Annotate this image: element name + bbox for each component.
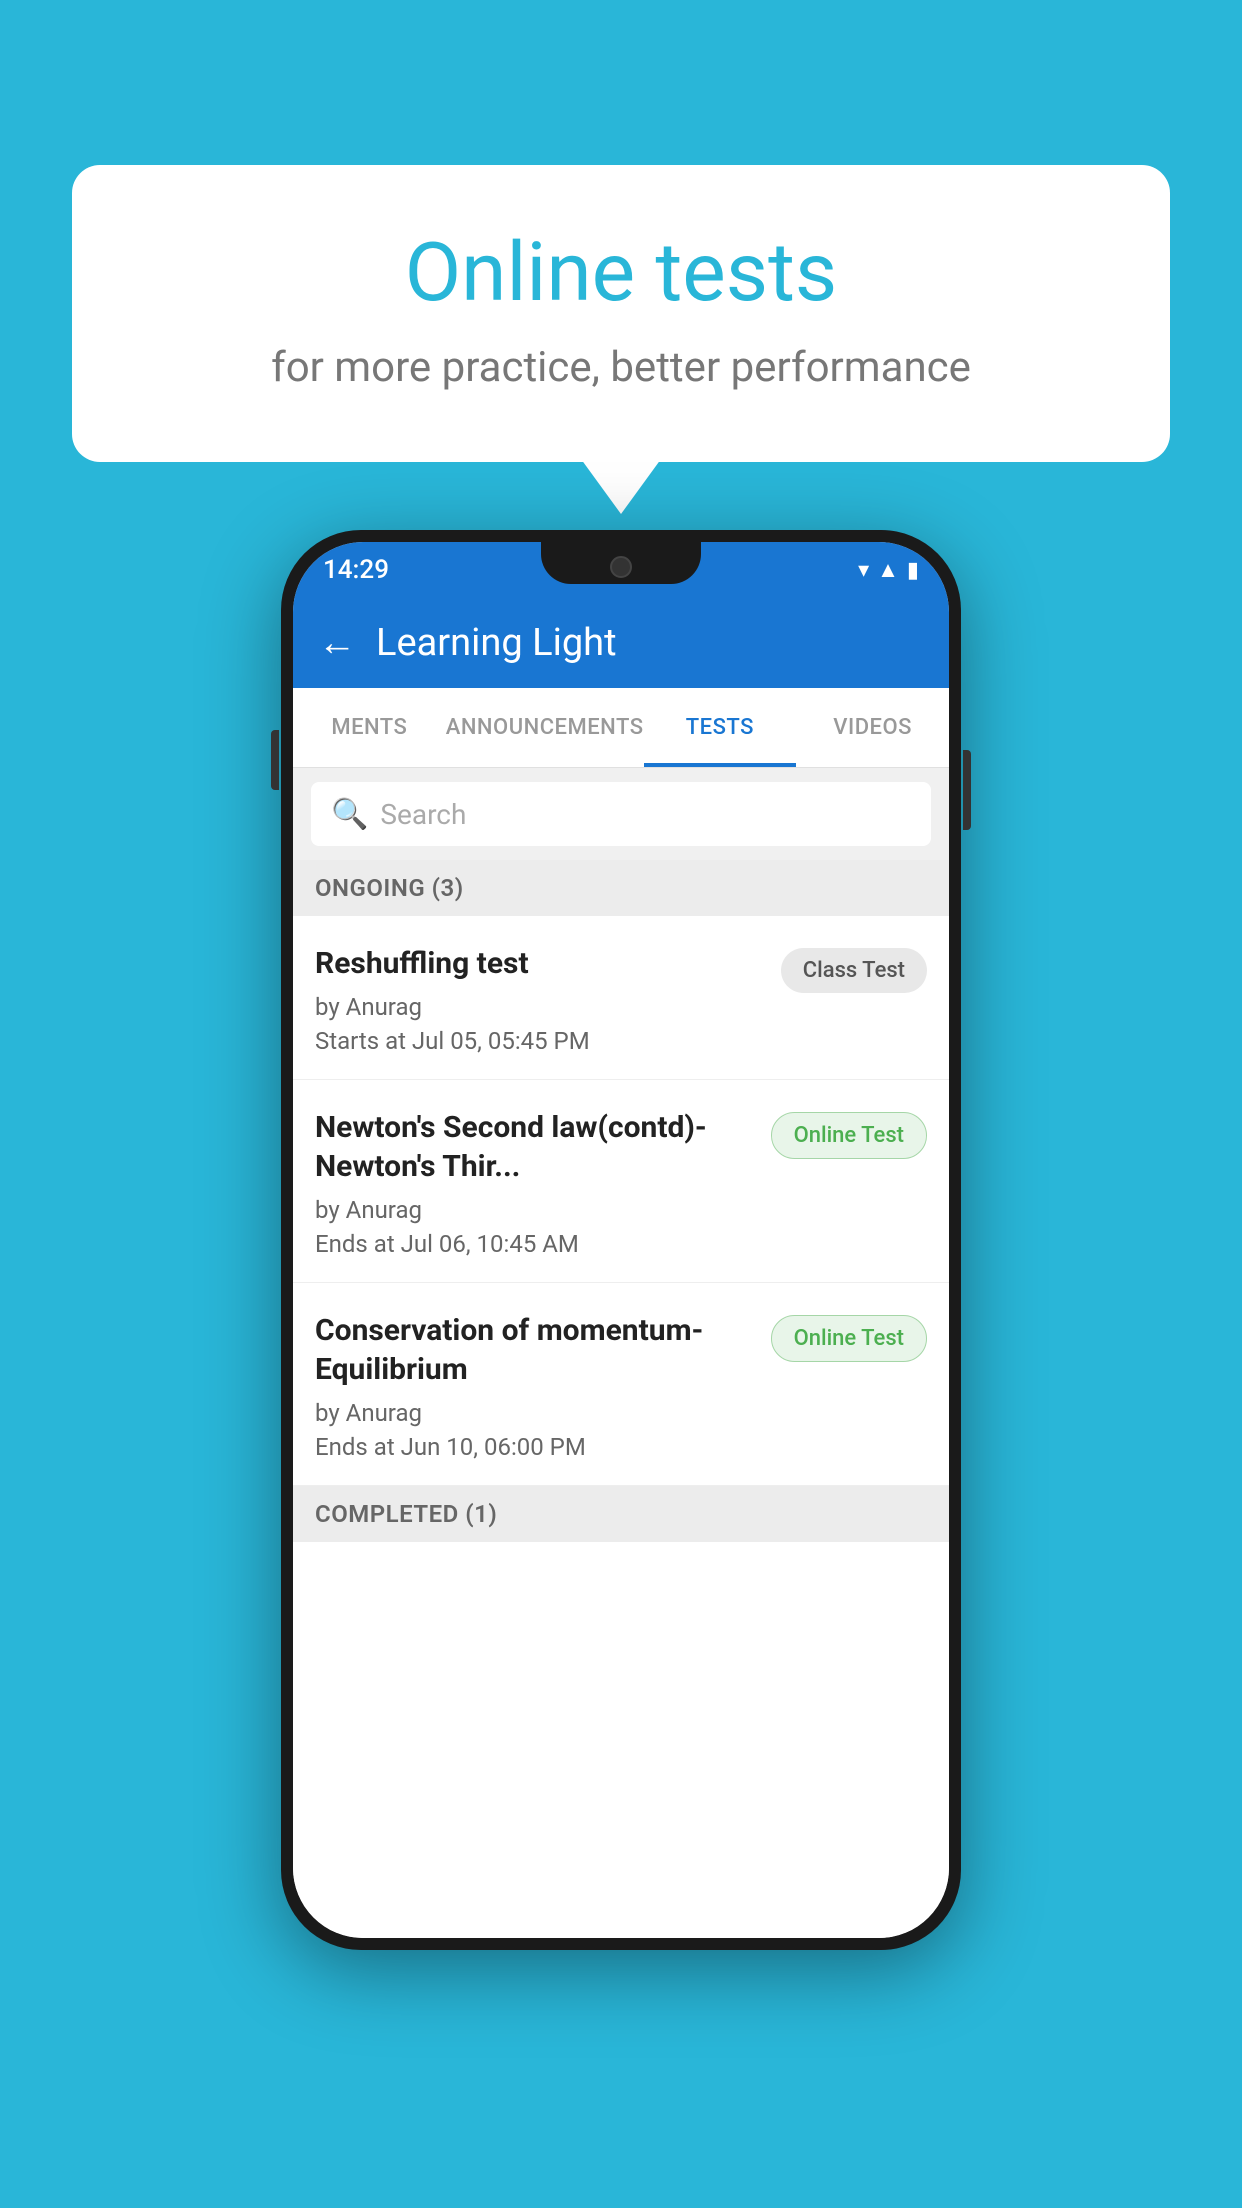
tab-videos[interactable]: VIDEOS [796, 688, 949, 767]
tabs-bar: MENTS ANNOUNCEMENTS TESTS VIDEOS [293, 688, 949, 768]
volume-button [271, 730, 279, 790]
search-placeholder: Search [380, 798, 466, 831]
phone-screen: 14:29 ▾ ▲ ▮ ← Learning Light MENTS ANNOU… [293, 542, 949, 1938]
test-badge-2: Online Test [771, 1112, 927, 1159]
phone-camera [610, 556, 632, 578]
speech-bubble: Online tests for more practice, better p… [72, 165, 1170, 462]
test-item-1[interactable]: Reshuffling test by Anurag Starts at Jul… [293, 916, 949, 1080]
test-time-2: Ends at Jul 06, 10:45 AM [315, 1230, 759, 1258]
test-list: Reshuffling test by Anurag Starts at Jul… [293, 916, 949, 1938]
ongoing-section-header: ONGOING (3) [293, 860, 949, 916]
test-info-2: Newton's Second law(contd)-Newton's Thir… [315, 1108, 759, 1258]
test-badge-1: Class Test [781, 948, 927, 993]
back-button[interactable]: ← [318, 621, 356, 665]
test-info-3: Conservation of momentum-Equilibrium by … [315, 1311, 759, 1461]
search-icon: 🔍 [331, 797, 368, 832]
app-bar: ← Learning Light [293, 598, 949, 688]
tab-ments[interactable]: MENTS [293, 688, 446, 767]
test-name-2: Newton's Second law(contd)-Newton's Thir… [315, 1108, 759, 1186]
test-name-3: Conservation of momentum-Equilibrium [315, 1311, 759, 1389]
phone-frame: 14:29 ▾ ▲ ▮ ← Learning Light MENTS ANNOU… [281, 530, 961, 1950]
search-box[interactable]: 🔍 Search [311, 782, 931, 846]
test-by-2: by Anurag [315, 1196, 759, 1224]
test-time-1: Starts at Jul 05, 05:45 PM [315, 1027, 769, 1055]
test-by-3: by Anurag [315, 1399, 759, 1427]
test-item-2[interactable]: Newton's Second law(contd)-Newton's Thir… [293, 1080, 949, 1283]
tab-announcements[interactable]: ANNOUNCEMENTS [446, 688, 644, 767]
battery-icon: ▮ [907, 558, 919, 583]
search-container: 🔍 Search [293, 768, 949, 860]
test-by-1: by Anurag [315, 993, 769, 1021]
completed-section-header: COMPLETED (1) [293, 1486, 949, 1542]
phone-wrapper: 14:29 ▾ ▲ ▮ ← Learning Light MENTS ANNOU… [281, 530, 961, 1950]
status-icons: ▾ ▲ ▮ [858, 557, 919, 583]
test-badge-3: Online Test [771, 1315, 927, 1362]
test-info-1: Reshuffling test by Anurag Starts at Jul… [315, 944, 769, 1055]
phone-notch [541, 542, 701, 584]
test-time-3: Ends at Jun 10, 06:00 PM [315, 1433, 759, 1461]
app-title: Learning Light [376, 621, 617, 665]
wifi-icon: ▾ [858, 558, 869, 583]
power-button [963, 750, 971, 830]
test-name-1: Reshuffling test [315, 944, 769, 983]
bubble-subtitle: for more practice, better performance [122, 343, 1120, 392]
signal-icon: ▲ [877, 557, 899, 583]
bubble-title: Online tests [122, 225, 1120, 321]
test-item-3[interactable]: Conservation of momentum-Equilibrium by … [293, 1283, 949, 1486]
tab-tests[interactable]: TESTS [644, 688, 797, 767]
status-time: 14:29 [323, 555, 389, 585]
